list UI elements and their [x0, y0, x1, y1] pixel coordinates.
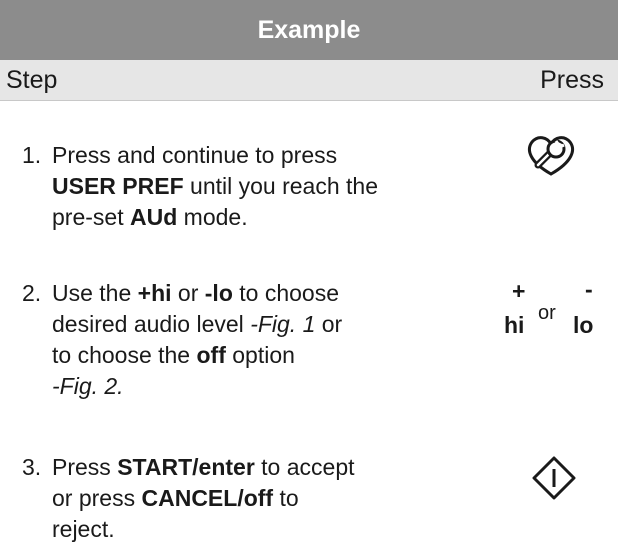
minus-sign: - [585, 276, 593, 302]
step-2-line-4: -Fig. 2. [52, 373, 124, 399]
table-title-text: Example [257, 15, 361, 44]
or-label: or [538, 302, 556, 324]
step-1-line-2: USER PREF until you reach the [52, 173, 378, 199]
table-header: Step Press [0, 60, 618, 101]
step-3-text: 3. Press START/enter to accept or press C… [22, 452, 442, 545]
step-2-text: 2. Use the +hi or -lo to choose desired a… [22, 278, 442, 402]
step-2-line-3: to choose the off option [52, 342, 295, 368]
hi-label: hi [504, 312, 525, 338]
step-2-line-2: desired audio level -Fig. 1 or [52, 311, 343, 337]
step-3-line-1: 3. Press START/enter to accept [22, 454, 355, 480]
table-title: Example [0, 0, 618, 60]
step-1-line-1: 1. Press and continue to press [22, 142, 338, 168]
step-1-line-3: pre-set AUd mode. [52, 204, 248, 230]
step-1-text: 1. Press and continue to press USER PREF … [22, 140, 442, 233]
wrench-heart-icon [524, 132, 578, 178]
step-3-line-3: reject. [52, 516, 115, 542]
start-diamond-icon [532, 456, 576, 500]
step-column-header: Step [6, 66, 58, 94]
lo-label: lo [573, 312, 594, 338]
press-column-header: Press [540, 66, 604, 94]
step-2-line-1: 2. Use the +hi or -lo to choose [22, 280, 340, 306]
plus-sign: + [512, 278, 526, 304]
hi-lo-buttons: + - hi or lo [500, 276, 605, 346]
step-3-line-2: or press CANCEL/off to [52, 485, 299, 511]
